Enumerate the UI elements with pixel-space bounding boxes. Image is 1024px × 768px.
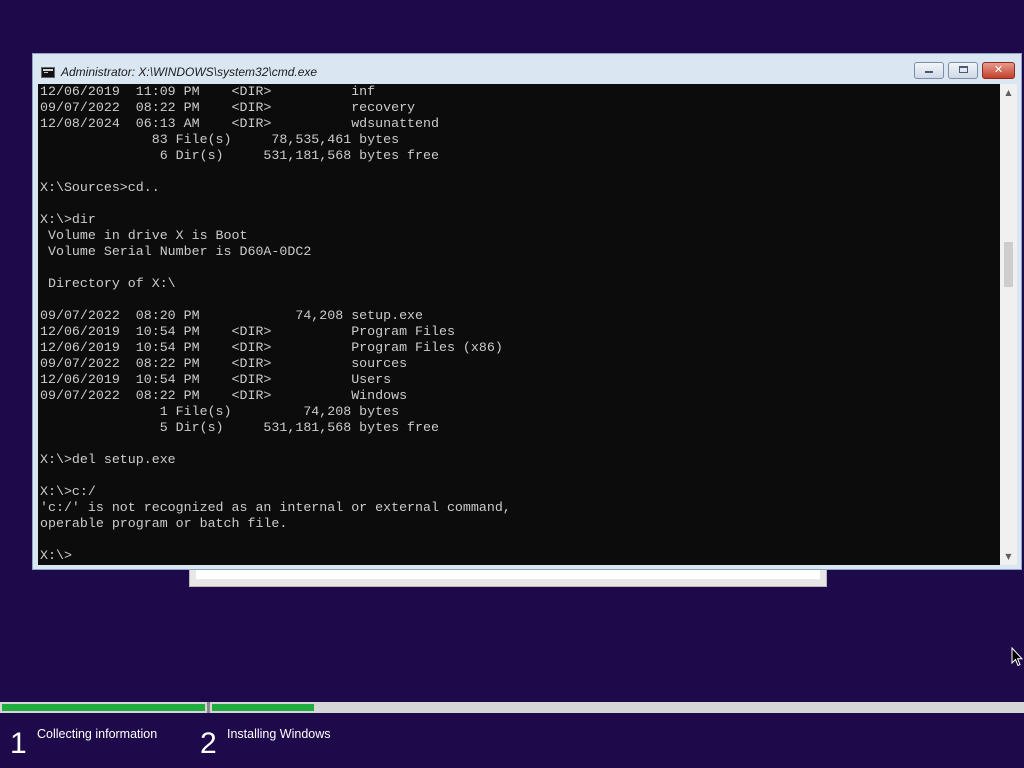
console-line: 12/06/2019 10:54 PM <DIR> Users [40, 372, 392, 387]
console-app-icon[interactable] [41, 67, 55, 78]
setup-background: Administrator: X:\WINDOWS\system32\cmd.e… [0, 0, 1024, 768]
setup-progress-bar [0, 702, 1024, 713]
console-line: 6 Dir(s) 531,181,568 bytes free [40, 148, 439, 163]
step-number: 2 [200, 727, 217, 760]
close-button[interactable]: ✕ [982, 62, 1015, 79]
progress-segment-collecting [0, 702, 207, 713]
console-line: 12/08/2024 06:13 AM <DIR> wdsunattend [40, 116, 439, 131]
console-line: X:\Sources>cd.. [40, 180, 160, 195]
console-line: X:\> [40, 548, 72, 563]
console-line: 09/07/2022 08:20 PM 74,208 setup.exe [40, 308, 424, 323]
console-line: 5 Dir(s) 531,181,568 bytes free [40, 420, 439, 435]
console-line: X:\>dir [40, 212, 96, 227]
mouse-pointer-icon [1011, 647, 1023, 667]
console-line: 09/07/2022 08:22 PM <DIR> sources [40, 356, 408, 371]
step-number: 1 [10, 727, 27, 760]
title-bar[interactable]: Administrator: X:\WINDOWS\system32\cmd.e… [33, 54, 1021, 84]
console-line: 12/06/2019 10:54 PM <DIR> Program Files … [40, 340, 503, 355]
console-output[interactable]: 12/06/2019 11:09 PM <DIR> inf 09/07/2022 … [38, 84, 1000, 565]
maximize-icon [958, 66, 968, 73]
console-line: 09/07/2022 08:22 PM <DIR> recovery [40, 100, 416, 115]
maximize-button[interactable] [948, 62, 978, 79]
progress-fill-collecting [2, 704, 205, 711]
vertical-scrollbar[interactable]: ▲ ▼ [1000, 84, 1017, 565]
scroll-down-arrow[interactable]: ▼ [1000, 548, 1017, 565]
close-icon: ✕ [993, 63, 1004, 76]
window-title: Administrator: X:\WINDOWS\system32\cmd.e… [61, 65, 318, 79]
console-line: X:\>del setup.exe [40, 452, 176, 467]
scroll-up-arrow[interactable]: ▲ [1000, 84, 1017, 101]
minimize-icon [925, 71, 933, 73]
console-line: 83 File(s) 78,535,461 bytes [40, 132, 400, 147]
console-line: X:\>c:/ [40, 484, 96, 499]
cmd-window[interactable]: Administrator: X:\WINDOWS\system32\cmd.e… [32, 53, 1022, 570]
console-line: 1 File(s) 74,208 bytes [40, 404, 400, 419]
console-text: 12/06/2019 11:09 PM <DIR> inf 09/07/2022 … [38, 84, 1000, 564]
scroll-thumb[interactable] [1004, 242, 1013, 287]
minimize-button[interactable] [914, 62, 944, 79]
console-line: operable program or batch file. [40, 516, 288, 531]
console-line: 12/06/2019 11:09 PM <DIR> inf [40, 84, 376, 99]
console-line: Volume Serial Number is D60A-0DC2 [40, 244, 312, 259]
progress-fill-installing [212, 704, 314, 711]
console-line: 12/06/2019 10:54 PM <DIR> Program Files [40, 324, 455, 339]
step-label: Installing Windows [227, 727, 331, 741]
console-line: Volume in drive X is Boot [40, 228, 248, 243]
step-label: Collecting information [37, 727, 158, 741]
console-line: 'c:/' is not recognized as an internal o… [40, 500, 511, 515]
console-line: 09/07/2022 08:22 PM <DIR> Windows [40, 388, 408, 403]
console-line: Directory of X:\ [40, 276, 176, 291]
progress-segment-installing [210, 702, 1024, 713]
